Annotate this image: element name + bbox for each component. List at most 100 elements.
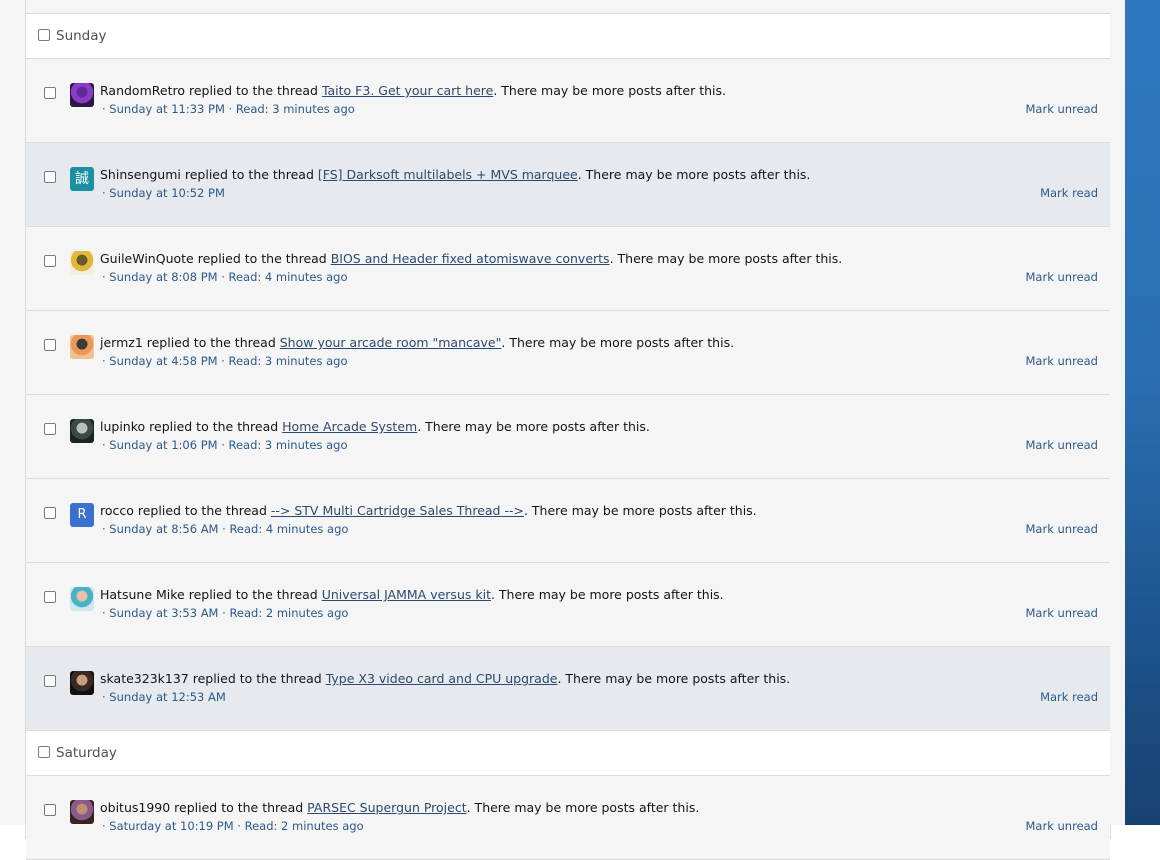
select-alert-checkbox[interactable] <box>44 507 56 519</box>
username-link[interactable]: Shinsengumi <box>100 167 181 182</box>
username-link[interactable]: GuileWinQuote <box>100 251 194 266</box>
alert-action-text: replied to the thread <box>133 503 271 518</box>
thread-link[interactable]: Universal JAMMA versus kit <box>322 587 491 602</box>
alerts-list: Sunday RandomRetro replied to the thread … <box>25 0 1111 860</box>
alert-text: GuileWinQuote replied to the thread BIOS… <box>100 251 842 266</box>
thread-link[interactable]: BIOS and Header fixed atomiswave convert… <box>331 251 610 266</box>
username-link[interactable]: jermz1 <box>100 335 143 350</box>
select-alert-checkbox[interactable] <box>44 675 56 687</box>
username-link[interactable]: RandomRetro <box>100 83 185 98</box>
thread-link[interactable]: Taito F3. Get your cart here <box>322 83 493 98</box>
alert-timestamp: · Sunday at 10:52 PM <box>102 186 225 200</box>
alert-suffix-text: . There may be more posts after this. <box>490 587 724 602</box>
avatar[interactable]: R <box>70 503 94 527</box>
thread-link[interactable]: PARSEC Supergun Project <box>307 800 466 815</box>
alert-text: Hatsune Mike replied to the thread Unive… <box>100 587 724 602</box>
select-alert-checkbox[interactable] <box>44 423 56 435</box>
mark-unread-link[interactable]: Mark unread <box>1026 102 1099 116</box>
alert-text: Shinsengumi replied to the thread [FS] D… <box>100 167 810 182</box>
avatar[interactable] <box>70 800 94 824</box>
username-link[interactable]: rocco <box>100 503 134 518</box>
select-alert-checkbox[interactable] <box>44 255 56 267</box>
alert-timestamp: · Sunday at 3:53 AM · Read: 2 minutes ag… <box>102 606 349 620</box>
thread-link[interactable]: Home Arcade System <box>282 419 417 434</box>
alert-suffix-text: . There may be more posts after this. <box>577 167 811 182</box>
alert-item: jermz1 replied to the thread Show your a… <box>26 311 1110 395</box>
alert-text: lupinko replied to the thread Home Arcad… <box>100 419 650 434</box>
alert-action-text: replied to the thread <box>184 587 322 602</box>
alert-timestamp: · Saturday at 10:19 PM · Read: 2 minutes… <box>102 819 364 833</box>
avatar[interactable] <box>70 83 94 107</box>
alert-text: jermz1 replied to the thread Show your a… <box>100 335 734 350</box>
thread-link[interactable]: [FS] Darksoft multilabels + MVS marquee <box>318 167 578 182</box>
select-day-checkbox[interactable] <box>38 745 50 758</box>
alert-action-text: replied to the thread <box>170 800 308 815</box>
alert-item: RandomRetro replied to the thread Taito … <box>26 59 1110 143</box>
page-gutter-right <box>1110 0 1125 825</box>
mark-read-link[interactable]: Mark read <box>1040 186 1098 200</box>
alert-item: Hatsune Mike replied to the thread Unive… <box>26 563 1110 647</box>
mark-unread-link[interactable]: Mark unread <box>1026 522 1099 536</box>
avatar[interactable]: 誠 <box>70 167 94 191</box>
username-link[interactable]: obitus1990 <box>100 800 170 815</box>
select-alert-checkbox[interactable] <box>44 339 56 351</box>
alert-text: skate323k137 replied to the thread Type … <box>100 671 790 686</box>
day-group-label: Sunday <box>56 28 107 44</box>
alert-suffix-text: . There may be more posts after this. <box>417 419 650 434</box>
mark-read-link[interactable]: Mark read <box>1040 690 1098 704</box>
alert-action-text: replied to the thread <box>193 251 331 266</box>
alert-timestamp: · Sunday at 8:56 AM · Read: 4 minutes ag… <box>102 522 349 536</box>
alert-text: rocco replied to the thread --> STV Mult… <box>100 503 757 518</box>
day-group-header: Saturday <box>26 731 1110 776</box>
username-link[interactable]: lupinko <box>100 419 145 434</box>
alert-action-text: replied to the thread <box>188 671 326 686</box>
alert-suffix-text: . There may be more posts after this. <box>501 335 735 350</box>
select-alert-checkbox[interactable] <box>44 171 56 183</box>
select-alert-checkbox[interactable] <box>44 591 56 603</box>
alert-suffix-text: . There may be more posts after this. <box>609 251 843 266</box>
alert-action-text: replied to the thread <box>184 83 322 98</box>
username-link[interactable]: skate323k137 <box>100 671 189 686</box>
avatar[interactable] <box>70 335 94 359</box>
alert-action-text: replied to the thread <box>142 335 280 350</box>
day-group-label: Saturday <box>56 745 117 761</box>
mark-unread-link[interactable]: Mark unread <box>1026 270 1099 284</box>
alert-item: lupinko replied to the thread Home Arcad… <box>26 395 1110 479</box>
alert-item: skate323k137 replied to the thread Type … <box>26 647 1110 731</box>
mark-unread-link[interactable]: Mark unread <box>1026 819 1099 833</box>
alert-action-text: replied to the thread <box>145 419 283 434</box>
alert-timestamp: · Sunday at 12:53 AM <box>102 690 226 704</box>
thread-link[interactable]: Show your arcade room "mancave" <box>280 335 502 350</box>
alert-text: RandomRetro replied to the thread Taito … <box>100 83 726 98</box>
avatar[interactable] <box>70 671 94 695</box>
alert-suffix-text: . There may be more posts after this. <box>466 800 700 815</box>
thread-link[interactable]: --> STV Multi Cartridge Sales Thread --> <box>271 503 524 518</box>
mark-unread-link[interactable]: Mark unread <box>1026 438 1099 452</box>
alert-suffix-text: . There may be more posts after this. <box>493 83 727 98</box>
alert-item: 誠 Shinsengumi replied to the thread [FS] … <box>26 143 1110 227</box>
avatar[interactable] <box>70 587 94 611</box>
alert-timestamp: · Sunday at 11:33 PM · Read: 3 minutes a… <box>102 102 355 116</box>
mark-unread-link[interactable]: Mark unread <box>1026 354 1099 368</box>
alert-item: Rrocco replied to the thread --> STV Mul… <box>26 479 1110 563</box>
alert-item: GuileWinQuote replied to the thread BIOS… <box>26 227 1110 311</box>
day-group-header: Sunday <box>26 14 1110 59</box>
avatar[interactable] <box>70 419 94 443</box>
alert-suffix-text: . There may be more posts after this. <box>523 503 757 518</box>
alert-action-text: replied to the thread <box>180 167 318 182</box>
alert-item: obitus1990 replied to the thread PARSEC … <box>26 776 1110 860</box>
page-gutter-left <box>0 0 26 825</box>
alert-text: obitus1990 replied to the thread PARSEC … <box>100 800 699 815</box>
select-alert-checkbox[interactable] <box>44 87 56 99</box>
select-day-checkbox[interactable] <box>38 28 50 41</box>
window-background-strip <box>1125 0 1160 825</box>
mark-unread-link[interactable]: Mark unread <box>1026 606 1099 620</box>
thread-link[interactable]: Type X3 video card and CPU upgrade <box>326 671 558 686</box>
avatar[interactable] <box>70 251 94 275</box>
username-link[interactable]: Hatsune Mike <box>100 587 185 602</box>
select-alert-checkbox[interactable] <box>44 804 56 816</box>
alert-suffix-text: . There may be more posts after this. <box>557 671 791 686</box>
list-top-strip <box>26 0 1110 14</box>
alert-timestamp: · Sunday at 1:06 PM · Read: 3 minutes ag… <box>102 438 348 452</box>
alert-timestamp: · Sunday at 8:08 PM · Read: 4 minutes ag… <box>102 270 348 284</box>
